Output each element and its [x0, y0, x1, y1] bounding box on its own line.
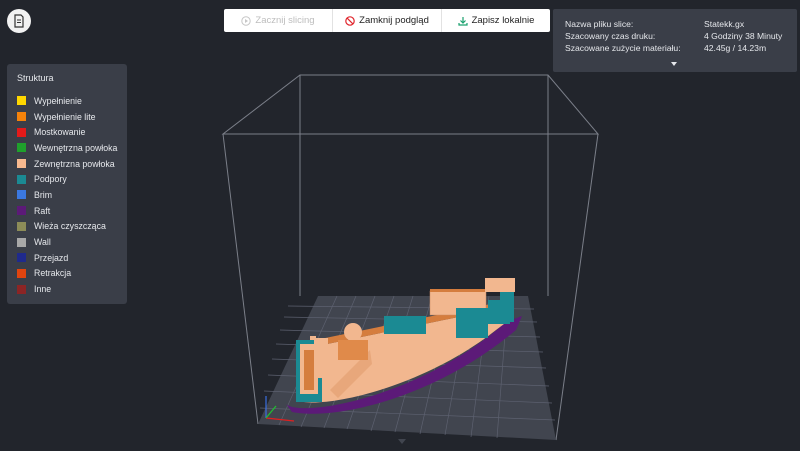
legend-item: Wypełnienie — [17, 93, 127, 109]
slice-info-panel: Nazwa pliku slice: Statekk.gx Szacowany … — [553, 9, 797, 72]
legend-swatch — [17, 237, 26, 247]
legend-swatch — [17, 174, 26, 184]
legend-item-label: Wypełnienie — [34, 95, 82, 106]
close-preview-button[interactable]: Zamknij podgląd — [332, 9, 441, 32]
legend-title: Struktura — [17, 73, 54, 83]
legend-item-label: Zewnętrzna powłoka — [34, 158, 115, 169]
legend-swatch — [17, 221, 26, 231]
legend-swatch — [17, 159, 26, 169]
download-icon — [457, 16, 468, 26]
info-row-filename: Nazwa pliku slice: Statekk.gx — [565, 18, 797, 30]
legend-item: Retrakcja — [17, 266, 127, 282]
info-label: Nazwa pliku slice: — [565, 19, 634, 29]
legend-item-label: Retrakcja — [34, 268, 72, 279]
legend-swatch — [17, 206, 26, 216]
play-icon — [241, 15, 252, 26]
info-value: 4 Godziny 38 Minuty — [704, 31, 783, 41]
legend-swatch — [17, 268, 26, 278]
legend-item: Brim — [17, 187, 127, 203]
info-value: Statekk.gx — [704, 19, 745, 29]
legend-swatch — [17, 112, 26, 122]
info-row-material: Szacowane zużycie materiału: 42.45g / 14… — [565, 42, 797, 54]
document-icon[interactable] — [7, 9, 31, 33]
legend-item: Przejazd — [17, 250, 127, 266]
legend-swatch — [17, 253, 26, 263]
info-value: 42.45g / 14.23m — [704, 43, 767, 53]
info-label: Szacowany czas druku: — [565, 31, 656, 41]
legend-swatch — [17, 143, 26, 153]
legend-item: Zewnętrzna powłoka — [17, 156, 127, 172]
structure-legend: Struktura Wypełnienie Wypełnienie lite Mos… — [7, 64, 127, 304]
legend-item-label: Mostkowanie — [34, 127, 86, 138]
legend-item-label: Brim — [34, 189, 53, 200]
legend-item: Inne — [17, 281, 127, 297]
close-preview-label: Zamknij podgląd — [359, 15, 429, 26]
legend-item: Mostkowanie — [17, 124, 127, 140]
legend-swatch — [17, 190, 26, 200]
legend-item-label: Podpory — [34, 174, 67, 185]
legend-item-label: Wieża czyszcząca — [34, 221, 106, 232]
chevron-down-icon[interactable] — [671, 53, 677, 71]
legend-items: Wypełnienie Wypełnienie lite Mostkowanie We… — [17, 93, 127, 297]
legend-item-label: Inne — [34, 284, 52, 295]
legend-item: Wall — [17, 234, 127, 250]
legend-swatch — [17, 284, 26, 294]
legend-item: Raft — [17, 203, 127, 219]
legend-item-label: Raft — [34, 205, 51, 216]
save-locally-button[interactable]: Zapisz lokalnie — [441, 9, 550, 32]
top-toolbar: Zacznij slicing Zamknij podgląd Zapisz l… — [224, 9, 550, 32]
no-entry-icon — [345, 15, 355, 26]
legend-item-label: Przejazd — [34, 252, 69, 263]
legend-swatch — [17, 96, 26, 106]
legend-item-label: Wewnętrzna powłoka — [34, 142, 118, 153]
legend-item-label: Wypełnienie lite — [34, 111, 96, 122]
legend-item: Wypełnienie lite — [17, 109, 127, 125]
start-slicing-label: Zacznij slicing — [255, 15, 315, 26]
legend-item: Podpory — [17, 171, 127, 187]
save-locally-label: Zapisz lokalnie — [471, 15, 535, 26]
info-row-print-time: Szacowany czas druku: 4 Godziny 38 Minut… — [565, 30, 797, 42]
start-slicing-button[interactable]: Zacznij slicing — [224, 9, 332, 32]
info-label: Szacowane zużycie materiału: — [565, 43, 681, 53]
legend-item: Wewnętrzna powłoka — [17, 140, 127, 156]
legend-item: Wieża czyszcząca — [17, 219, 127, 235]
legend-swatch — [17, 127, 26, 137]
legend-item-label: Wall — [34, 237, 51, 248]
